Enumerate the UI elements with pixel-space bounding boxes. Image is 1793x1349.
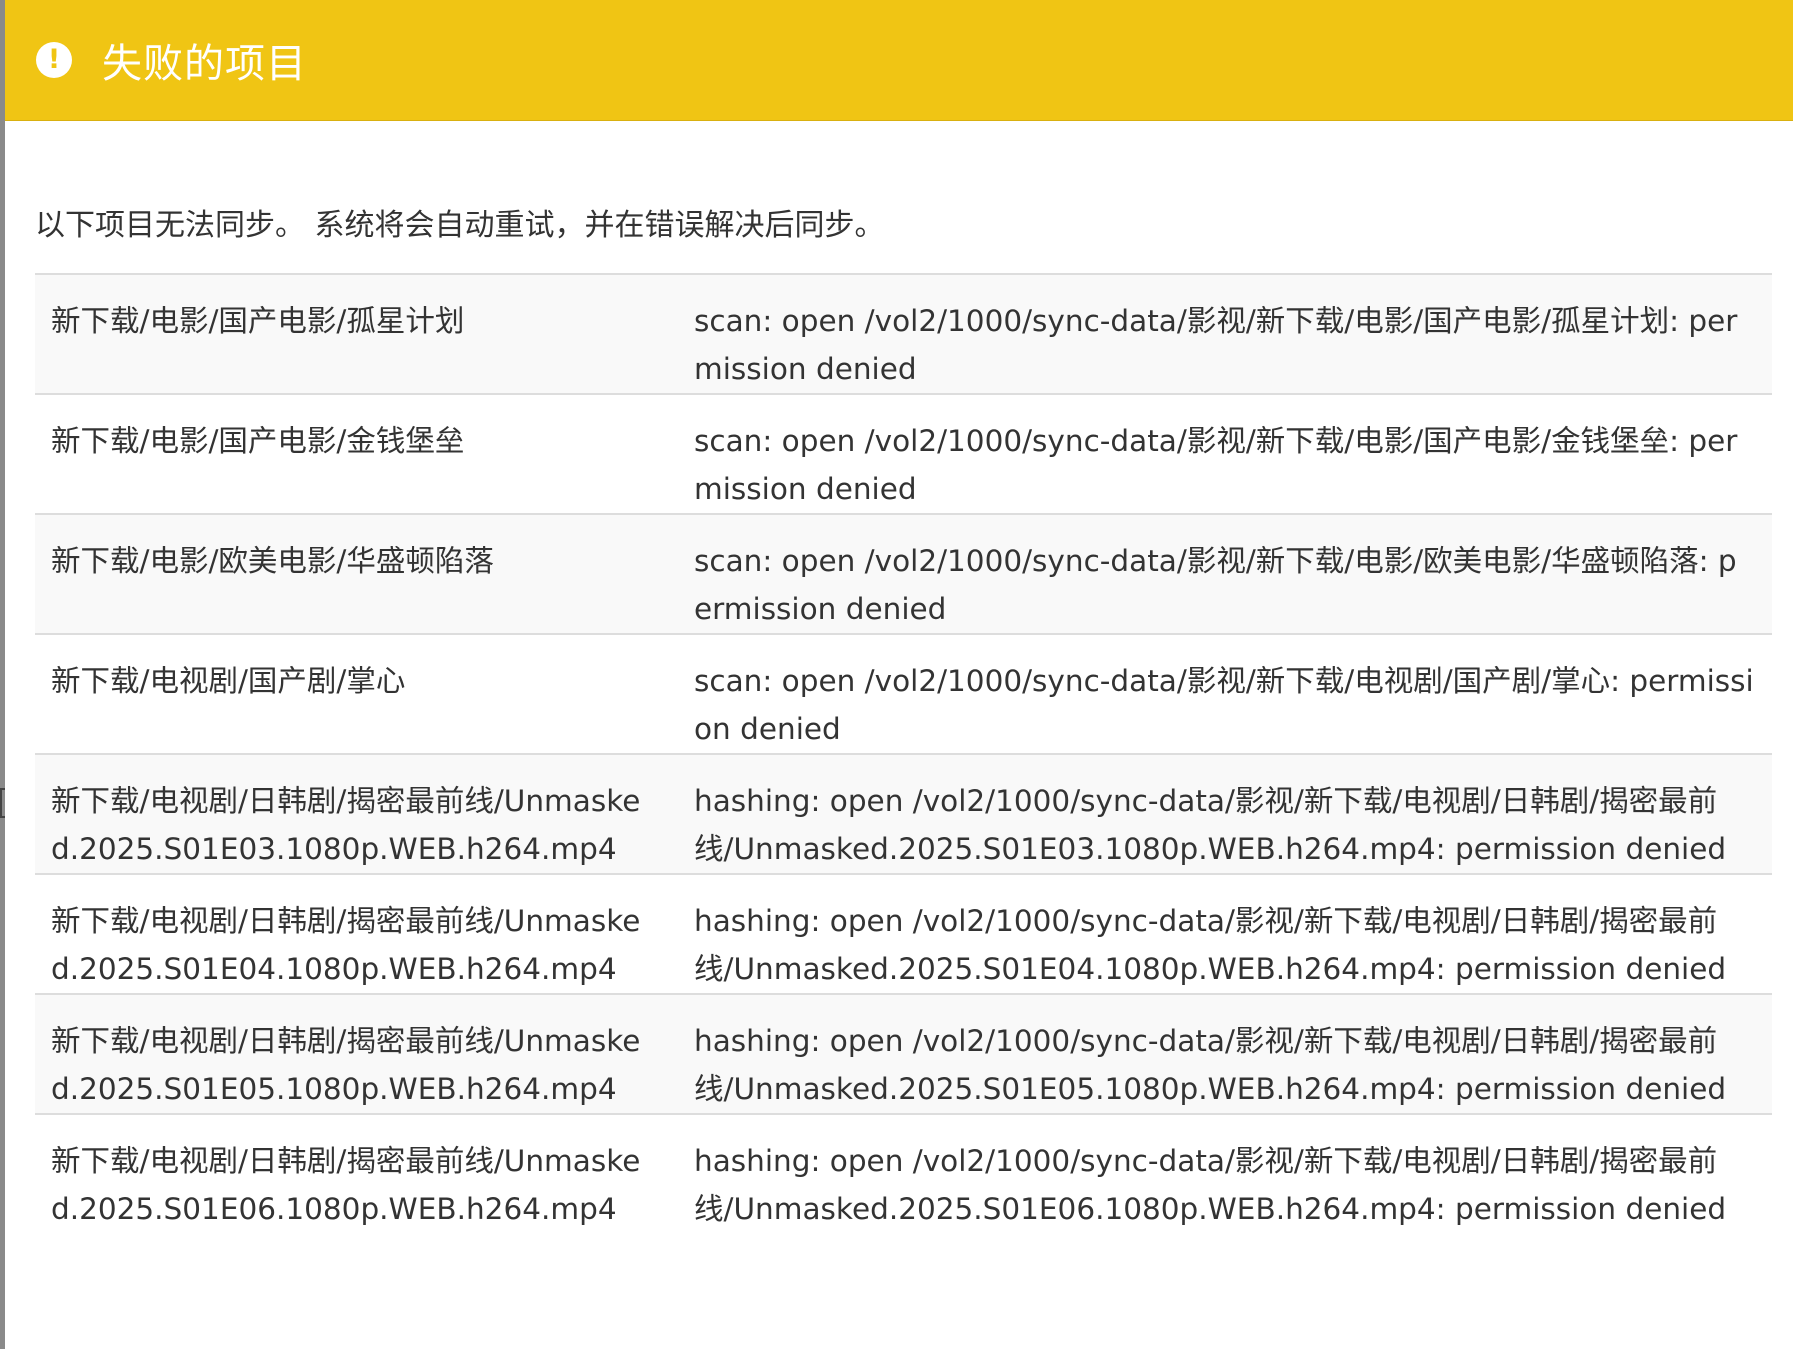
failure-path: 新下载/电影/国产电影/金钱堡垒 (35, 393, 678, 514)
failure-path: 新下载/电视剧/日韩剧/揭密最前线/Unmasked.2025.S01E05.1… (35, 993, 678, 1114)
failure-error: hashing: open /vol2/1000/sync-data/影视/新下… (678, 753, 1772, 874)
failure-error: hashing: open /vol2/1000/sync-data/影视/新下… (678, 993, 1772, 1114)
failure-path: 新下载/电视剧/日韩剧/揭密最前线/Unmasked.2025.S01E03.1… (35, 753, 678, 874)
failure-path: 新下载/电视剧/日韩剧/揭密最前线/Unmasked.2025.S01E04.1… (35, 873, 678, 994)
failure-path: 新下载/电影/国产电影/孤星计划 (35, 273, 678, 394)
failure-error: scan: open /vol2/1000/sync-data/影视/新下载/电… (678, 393, 1772, 514)
failure-row: 新下载/电影/欧美电影/华盛顿陷落 scan: open /vol2/1000/s… (35, 513, 1772, 634)
failure-path: 新下载/电影/欧美电影/华盛顿陷落 (35, 513, 678, 634)
failure-error: scan: open /vol2/1000/sync-data/影视/新下载/电… (678, 273, 1772, 394)
intro-text: 以下项目无法同步。 系统将会自动重试，并在错误解决后同步。 (35, 208, 885, 243)
failure-path: 新下载/电视剧/日韩剧/揭密最前线/Unmasked.2025.S01E06.1… (35, 1113, 678, 1233)
failure-row: 新下载/电视剧/日韩剧/揭密最前线/Unmasked.2025.S01E06.1… (35, 1113, 1772, 1233)
failure-row: 新下载/电影/国产电影/金钱堡垒 scan: open /vol2/1000/sy… (35, 393, 1772, 514)
failure-error: hashing: open /vol2/1000/sync-data/影视/新下… (678, 873, 1772, 994)
failure-row: 新下载/电视剧/日韩剧/揭密最前线/Unmasked.2025.S01E03.1… (35, 753, 1772, 874)
failure-row: 新下载/电影/国产电影/孤星计划 scan: open /vol2/1000/sy… (35, 273, 1772, 394)
failure-path: 新下载/电视剧/国产剧/掌心 (35, 633, 678, 754)
failure-row: 新下载/电视剧/日韩剧/揭密最前线/Unmasked.2025.S01E04.1… (35, 873, 1772, 994)
failed-items-dialog: ! 失败的项目 以下项目无法同步。 系统将会自动重试，并在错误解决后同步。 新下… (5, 0, 1793, 1349)
failure-error: scan: open /vol2/1000/sync-data/影视/新下载/电… (678, 633, 1772, 754)
failure-error: hashing: open /vol2/1000/sync-data/影视/新下… (678, 1113, 1772, 1233)
failure-error: scan: open /vol2/1000/sync-data/影视/新下载/电… (678, 513, 1772, 634)
failures-table: 新下载/电影/国产电影/孤星计划 scan: open /vol2/1000/sy… (35, 273, 1772, 1233)
failure-row: 新下载/电视剧/国产剧/掌心 scan: open /vol2/1000/sync… (35, 633, 1772, 754)
failure-row: 新下载/电视剧/日韩剧/揭密最前线/Unmasked.2025.S01E05.1… (35, 993, 1772, 1114)
